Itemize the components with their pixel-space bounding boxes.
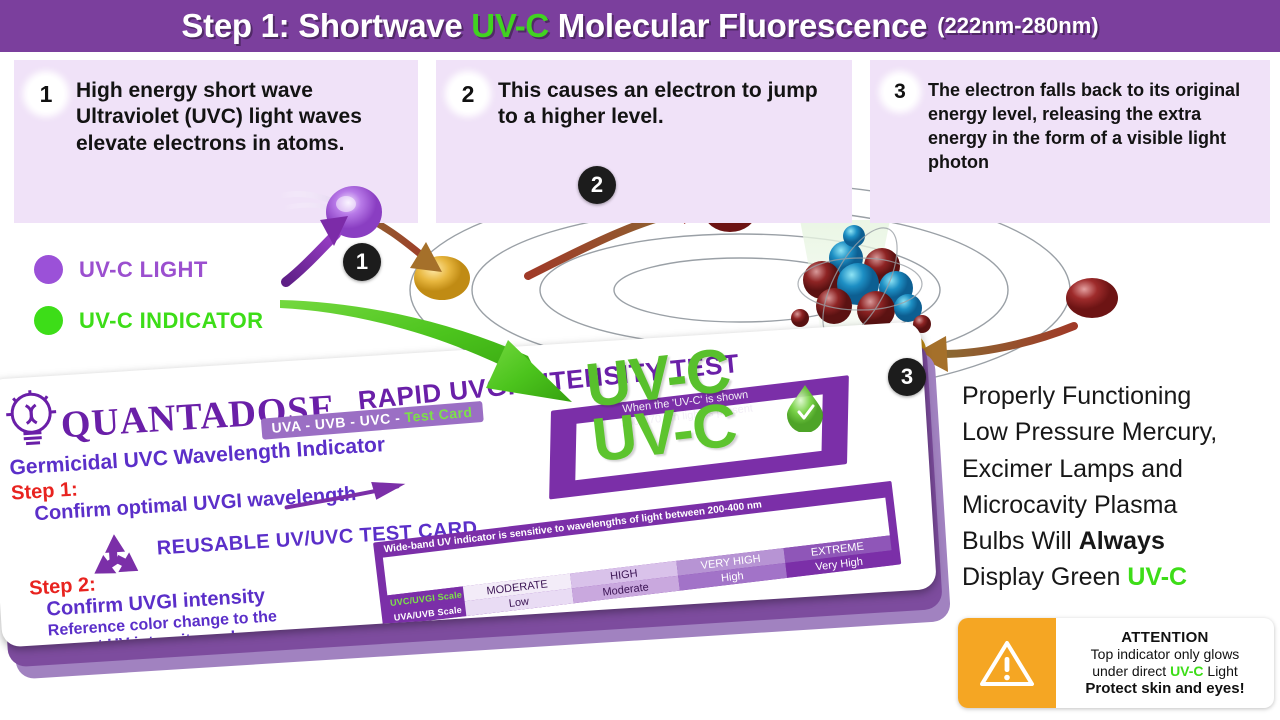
right-line-5-bold: Always (1078, 527, 1165, 555)
attention-line-3: Protect skin and eyes! (1085, 680, 1245, 698)
step-panels: 1 High energy short wave Ultraviolet (UV… (0, 52, 1280, 225)
pointer-arrow-icon (284, 482, 406, 510)
lightbulb-dna-icon (6, 390, 57, 446)
title-prefix: Step 1: Shortwave (181, 7, 472, 44)
header-wavelength-range: (222nm-280nm) (937, 13, 1099, 38)
right-line-3: Excimer Lamps and (962, 454, 1183, 483)
legend: UV-C LIGHT UV-C INDICATOR (34, 255, 263, 357)
green-indicator-arrow (280, 300, 572, 402)
right-line-6: Display Green UV-C (962, 559, 1278, 595)
arrow-step3 (938, 322, 1078, 358)
legend-dot-green-icon (34, 306, 63, 335)
step-3-text: The electron falls back to its original … (928, 80, 1241, 173)
attention-line-2-uvc: UV-C (1170, 663, 1204, 679)
attention-line-2: under direct UV-C Light (1092, 663, 1238, 680)
right-line-4: Microcavity Plasma (962, 490, 1178, 519)
legend-item-uvc-light: UV-C LIGHT (34, 255, 263, 284)
warning-icon-svg (980, 641, 1034, 686)
step-1-number: 1 (28, 76, 64, 112)
right-line-6-uvc: UV-C (1127, 563, 1188, 592)
step-panel-2: 2 This causes an electron to jump to a h… (436, 60, 852, 223)
orbit-badge-1: 1 (343, 243, 381, 281)
page-title: Step 1: Shortwave UV-C Molecular Fluores… (181, 7, 927, 45)
step-3-number: 3 (884, 76, 916, 108)
legend-label-uvc-indicator: UV-C INDICATOR (79, 307, 264, 333)
right-line-1: Properly Functioning (962, 382, 1192, 410)
right-line-5: Bulbs Will Always (962, 523, 1278, 559)
electron-red-outer (1066, 278, 1118, 318)
step-2-text: This causes an electron to jump to a hig… (498, 79, 818, 129)
recycle-icon (94, 534, 139, 574)
orbit-badge-3: 3 (888, 358, 926, 396)
header-banner: Step 1: Shortwave UV-C Molecular Fluores… (0, 0, 1280, 52)
right-line-2: Low Pressure Mercury, (962, 418, 1218, 447)
attention-line-2-c: Light (1203, 663, 1238, 679)
right-line-5-normal: Bulbs Will (962, 527, 1079, 555)
green-droplet-icon (787, 385, 823, 432)
attention-line-1: Top indicator only glows (1090, 645, 1240, 662)
legend-item-uvc-indicator: UV-C INDICATOR (34, 306, 263, 335)
infographic-root: Step 1: Shortwave UV-C Molecular Fluores… (0, 0, 1280, 720)
warning-triangle-icon (958, 618, 1056, 708)
right-description: Properly Functioning Low Pressure Mercur… (962, 378, 1278, 596)
orbit-badge-2: 2 (578, 166, 616, 204)
step-1-text: High energy short wave Ultraviolet (UVC)… (76, 79, 362, 155)
legend-dot-purple-icon (34, 255, 63, 284)
attention-box: ATTENTION Top indicator only glows under… (958, 618, 1274, 708)
step-2-number: 2 (450, 76, 486, 112)
title-suffix: Molecular Fluorescence (548, 7, 928, 44)
right-line-6-normal: Display Green (962, 563, 1128, 592)
step-panel-3: 3 The electron falls back to its origina… (870, 60, 1270, 223)
attention-line-2-a: under direct (1092, 663, 1171, 679)
attention-title: ATTENTION (1121, 628, 1209, 646)
title-uvc-highlight: UV-C (471, 7, 549, 44)
legend-label-uvc-light: UV-C LIGHT (79, 256, 208, 282)
